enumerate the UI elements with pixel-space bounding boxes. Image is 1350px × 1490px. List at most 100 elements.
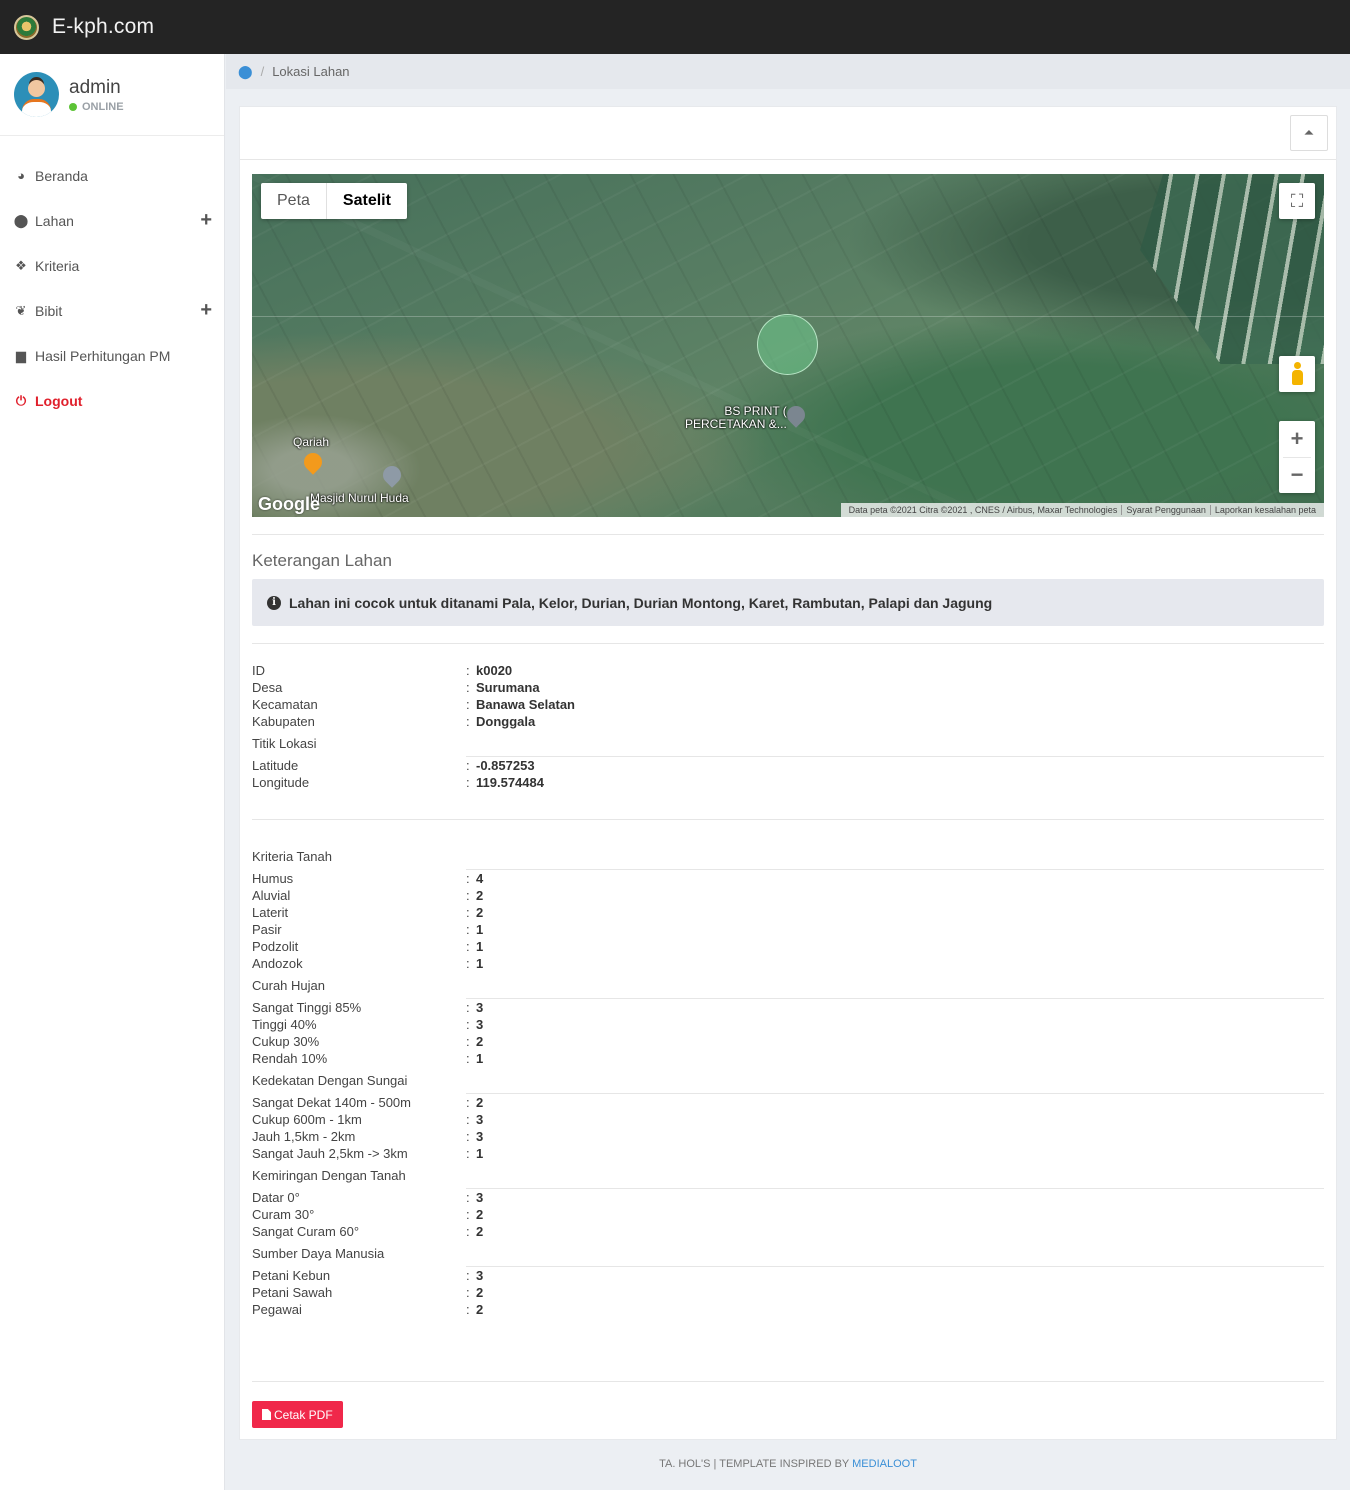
sidebar-item-label: Logout (35, 392, 83, 409)
criteria-label: Pasir (252, 922, 282, 937)
dashboard-icon: ◕ (17, 168, 25, 183)
sidebar-item-hasil-perhitungan[interactable]: ▆ Hasil Perhitungan PM (0, 333, 224, 378)
criteria-label: Sangat Dekat 140m - 500m (252, 1095, 411, 1110)
place-label[interactable]: Qariah (293, 436, 329, 449)
sidebar-item-bibit[interactable]: ❦ Bibit + (0, 288, 224, 333)
detail-label: Latitude (252, 758, 299, 773)
criteria-label: Jauh 1,5km - 2km (252, 1129, 356, 1144)
bar-chart-icon: ▆ (16, 347, 26, 363)
criteria-label: Andozok (252, 956, 303, 971)
criteria-label: Podzolit (252, 939, 299, 954)
location-radius-circle[interactable] (757, 314, 818, 375)
print-pdf-label: Cetak PDF (274, 1407, 333, 1422)
criteria-row: Cukup 600m - 1km:3 (252, 1112, 484, 1127)
collapse-button[interactable]: ⏶ (1290, 115, 1328, 151)
detail-value: Banawa Selatan (476, 697, 575, 712)
expand-plus-icon[interactable]: + (200, 299, 212, 322)
criteria-value: 3 (476, 1000, 484, 1015)
zoom-in-button[interactable]: + (1279, 421, 1315, 457)
criteria-value: 3 (476, 1190, 484, 1205)
recommendation-text: Lahan ini cocok untuk ditanami Pala, Kel… (289, 594, 993, 611)
print-pdf-button[interactable]: Cetak PDF (252, 1401, 343, 1428)
online-dot-icon (69, 102, 77, 111)
criteria-label: Pegawai (252, 1302, 302, 1317)
criteria-row: Datar 0°:3 (252, 1190, 484, 1205)
detail-row: Kabupaten: Donggala (252, 714, 536, 729)
pegman-icon (1291, 362, 1303, 386)
detail-value: Surumana (476, 680, 540, 695)
criteria-value: 1 (476, 939, 484, 954)
map-data-credit: Data peta ©2021 Citra ©2021 , CNES / Air… (848, 505, 1118, 515)
breadcrumb-current: Lokasi Lahan (272, 64, 350, 79)
user-panel: admin ONLINE (0, 54, 224, 136)
detail-value: 119.574484 (476, 775, 544, 790)
detail-row: Longitude:119.574484 (252, 775, 544, 790)
criteria-label: Sangat Tinggi 85% (252, 1000, 362, 1015)
criteria-row: Andozok:1 (252, 956, 484, 971)
brand-name[interactable]: E-kph.com (52, 15, 154, 39)
breadcrumb: ⬤ / Lokasi Lahan (226, 54, 1350, 89)
divider (252, 1381, 1324, 1382)
criteria-row: Petani Kebun:3 (252, 1268, 484, 1283)
criteria-label: Curam 30° (252, 1207, 315, 1222)
top-navbar: E-kph.com (0, 0, 1350, 54)
criteria-value: 1 (476, 956, 484, 971)
criteria-row: Curam 30°:2 (252, 1207, 484, 1222)
criteria-value: 1 (476, 922, 484, 937)
sidebar-item-lahan[interactable]: ⬤ Lahan + (0, 198, 224, 243)
cubes-icon: ❖ (15, 257, 27, 273)
map-type-peta-button[interactable]: Peta (261, 183, 326, 219)
criteria-label: Aluvial (252, 888, 291, 903)
criteria-value: 3 (476, 1268, 484, 1283)
sidebar-item-label: Bibit (35, 302, 63, 319)
map-attribution: Data peta ©2021 Citra ©2021 , CNES / Air… (840, 503, 1324, 517)
criteria-row: Cukup 30%:2 (252, 1034, 484, 1049)
group-header: Curah Hujan (252, 972, 1324, 999)
group-title: Curah Hujan (252, 978, 325, 993)
detail-value: Donggala (476, 714, 536, 729)
criteria-list: Kriteria Tanah Humus:4 Aluvial:2 Laterit:2 P… (252, 843, 1324, 1318)
map-marker-icon: ⬤ (13, 212, 29, 228)
detail-value: k0020 (476, 663, 513, 678)
street-view-pegman[interactable] (1279, 356, 1315, 392)
footer: TA. HOL'S | TEMPLATE INSPIRED BY MEDIALO… (226, 1458, 1350, 1470)
sidebar: admin ONLINE ◕ Beranda ⬤ Lahan + ❖ Krite… (0, 54, 225, 1490)
place-marker-icon[interactable] (783, 402, 809, 428)
collapse-icon: ⏶ (1303, 125, 1315, 140)
criteria-value: 2 (476, 1285, 484, 1300)
footer-text: TA. HOL'S | TEMPLATE INSPIRED BY (659, 1458, 850, 1470)
criteria-label: Petani Sawah (252, 1285, 333, 1300)
fullscreen-button[interactable]: ⛶ (1279, 183, 1315, 219)
criteria-row: Sangat Dekat 140m - 500m:2 (252, 1095, 484, 1110)
content-card: ⏶ Peta Satelit ⛶ + − BS PRINT ( PERCETAK… (239, 106, 1337, 1440)
user-status: ONLINE (69, 101, 124, 113)
kph-logo-icon[interactable] (14, 14, 39, 40)
report-error-link[interactable]: Laporkan kesalahan peta (1209, 505, 1320, 515)
sidebar-item-label: Kriteria (35, 257, 80, 274)
criteria-value: 1 (476, 1146, 484, 1161)
leaf-icon: ❦ (15, 302, 27, 318)
group-title: Titik Lokasi (252, 736, 317, 751)
sidebar-item-logout[interactable]: ⏻ Logout (0, 378, 224, 423)
criteria-value: 2 (476, 888, 484, 903)
criteria-value: 2 (476, 1095, 484, 1110)
place-label[interactable]: Masjid Nurul Huda (310, 492, 409, 505)
sidebar-item-kriteria[interactable]: ❖ Kriteria (0, 243, 224, 288)
detail-label: ID (252, 663, 265, 678)
group-header: Sumber Daya Manusia (252, 1240, 1324, 1267)
terms-link[interactable]: Syarat Penggunaan (1121, 505, 1210, 515)
satellite-map[interactable]: Peta Satelit ⛶ + − BS PRINT ( PERCETAKAN… (252, 174, 1324, 517)
medialoot-link[interactable]: MEDIALOOT (852, 1458, 917, 1470)
user-name: admin (69, 76, 121, 98)
place-label[interactable]: BS PRINT ( PERCETAKAN &... (685, 405, 787, 431)
criteria-label: Laterit (252, 905, 289, 920)
expand-plus-icon[interactable]: + (200, 209, 212, 232)
card-header: ⏶ (240, 107, 1336, 160)
criteria-value: 4 (476, 871, 484, 886)
map-type-satelit-button[interactable]: Satelit (325, 183, 407, 219)
criteria-label: Rendah 10% (252, 1051, 328, 1066)
sidebar-item-beranda[interactable]: ◕ Beranda (0, 153, 224, 198)
zoom-out-button[interactable]: − (1279, 457, 1315, 493)
map-marker-icon[interactable]: ⬤ (238, 64, 253, 80)
criteria-row: Jauh 1,5km - 2km:3 (252, 1129, 484, 1144)
